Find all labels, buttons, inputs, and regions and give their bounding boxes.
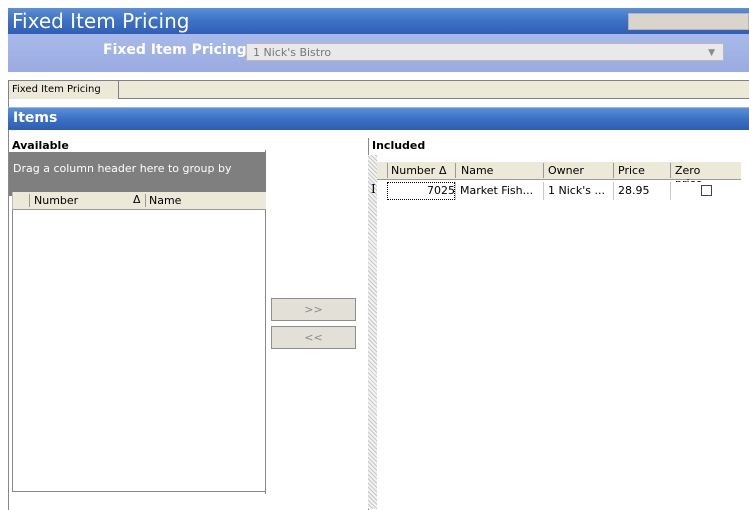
included-col-price[interactable]: Price (618, 164, 645, 177)
store-selector-combo[interactable]: 1 Nick's Bistro ▼ (246, 43, 724, 61)
column-separator (670, 163, 671, 178)
window-title: Fixed Item Pricing (12, 9, 190, 33)
items-section-title: Items (13, 110, 58, 126)
sort-ascending-icon: Δ (439, 164, 447, 177)
cell-price[interactable]: 28.95 (618, 184, 650, 197)
included-grid-border (368, 155, 377, 509)
store-selector-label: Fixed Item Pricing: (103, 42, 253, 58)
cell-separator (670, 182, 671, 200)
table-row[interactable]: 7025 Market Fish... 1 Nick's ... 28.95 (377, 182, 741, 200)
zero-price-checkbox[interactable] (701, 185, 712, 196)
cell-separator (543, 182, 544, 200)
available-col-number[interactable]: Number (34, 194, 78, 207)
store-selector-value: 1 Nick's Bistro (253, 46, 332, 59)
items-section-header: Items (8, 107, 749, 130)
tab-strip: Fixed Item Pricing (8, 72, 749, 99)
tab-label: Fixed Item Pricing (12, 84, 101, 95)
cell-separator (613, 182, 614, 200)
included-grid-header: Number Δ Name Owner Price Zero price... (377, 162, 741, 190)
add-item-button[interactable]: >> (271, 298, 356, 321)
included-col-number[interactable]: Number (391, 164, 435, 177)
included-label: Included (372, 139, 426, 152)
included-grid-body[interactable] (377, 155, 749, 509)
included-col-owner[interactable]: Owner (548, 164, 584, 177)
available-grid-header: Number Δ Name (12, 192, 266, 210)
included-col-name[interactable]: Name (461, 164, 493, 177)
remove-item-button[interactable]: << (271, 326, 356, 349)
available-col-name[interactable]: Name (149, 194, 181, 207)
tab-strip-fill (119, 81, 749, 98)
group-by-area[interactable]: Drag a column header here to group by (9, 152, 266, 196)
title-bar-button[interactable] (628, 13, 749, 30)
column-separator (145, 194, 146, 207)
cell-owner[interactable]: 1 Nick's ... (548, 184, 605, 197)
cell-name[interactable]: Market Fish... (460, 184, 533, 197)
cell-number[interactable]: 7025 (427, 184, 455, 197)
group-by-hint: Drag a column header here to group by (13, 162, 232, 175)
cell-separator (455, 182, 456, 200)
tab-fixed-item-pricing[interactable]: Fixed Item Pricing (8, 80, 119, 99)
column-separator (613, 163, 614, 178)
chevron-down-icon[interactable]: ▼ (708, 48, 715, 58)
column-separator (543, 163, 544, 178)
title-bar: Fixed Item Pricing (8, 8, 749, 34)
sort-ascending-icon: Δ (133, 193, 141, 206)
available-grid-body[interactable] (12, 210, 266, 492)
store-selector-row: Fixed Item Pricing: 1 Nick's Bistro ▼ (8, 34, 749, 72)
column-separator (29, 194, 30, 207)
column-separator (455, 163, 456, 178)
column-separator (387, 163, 388, 178)
